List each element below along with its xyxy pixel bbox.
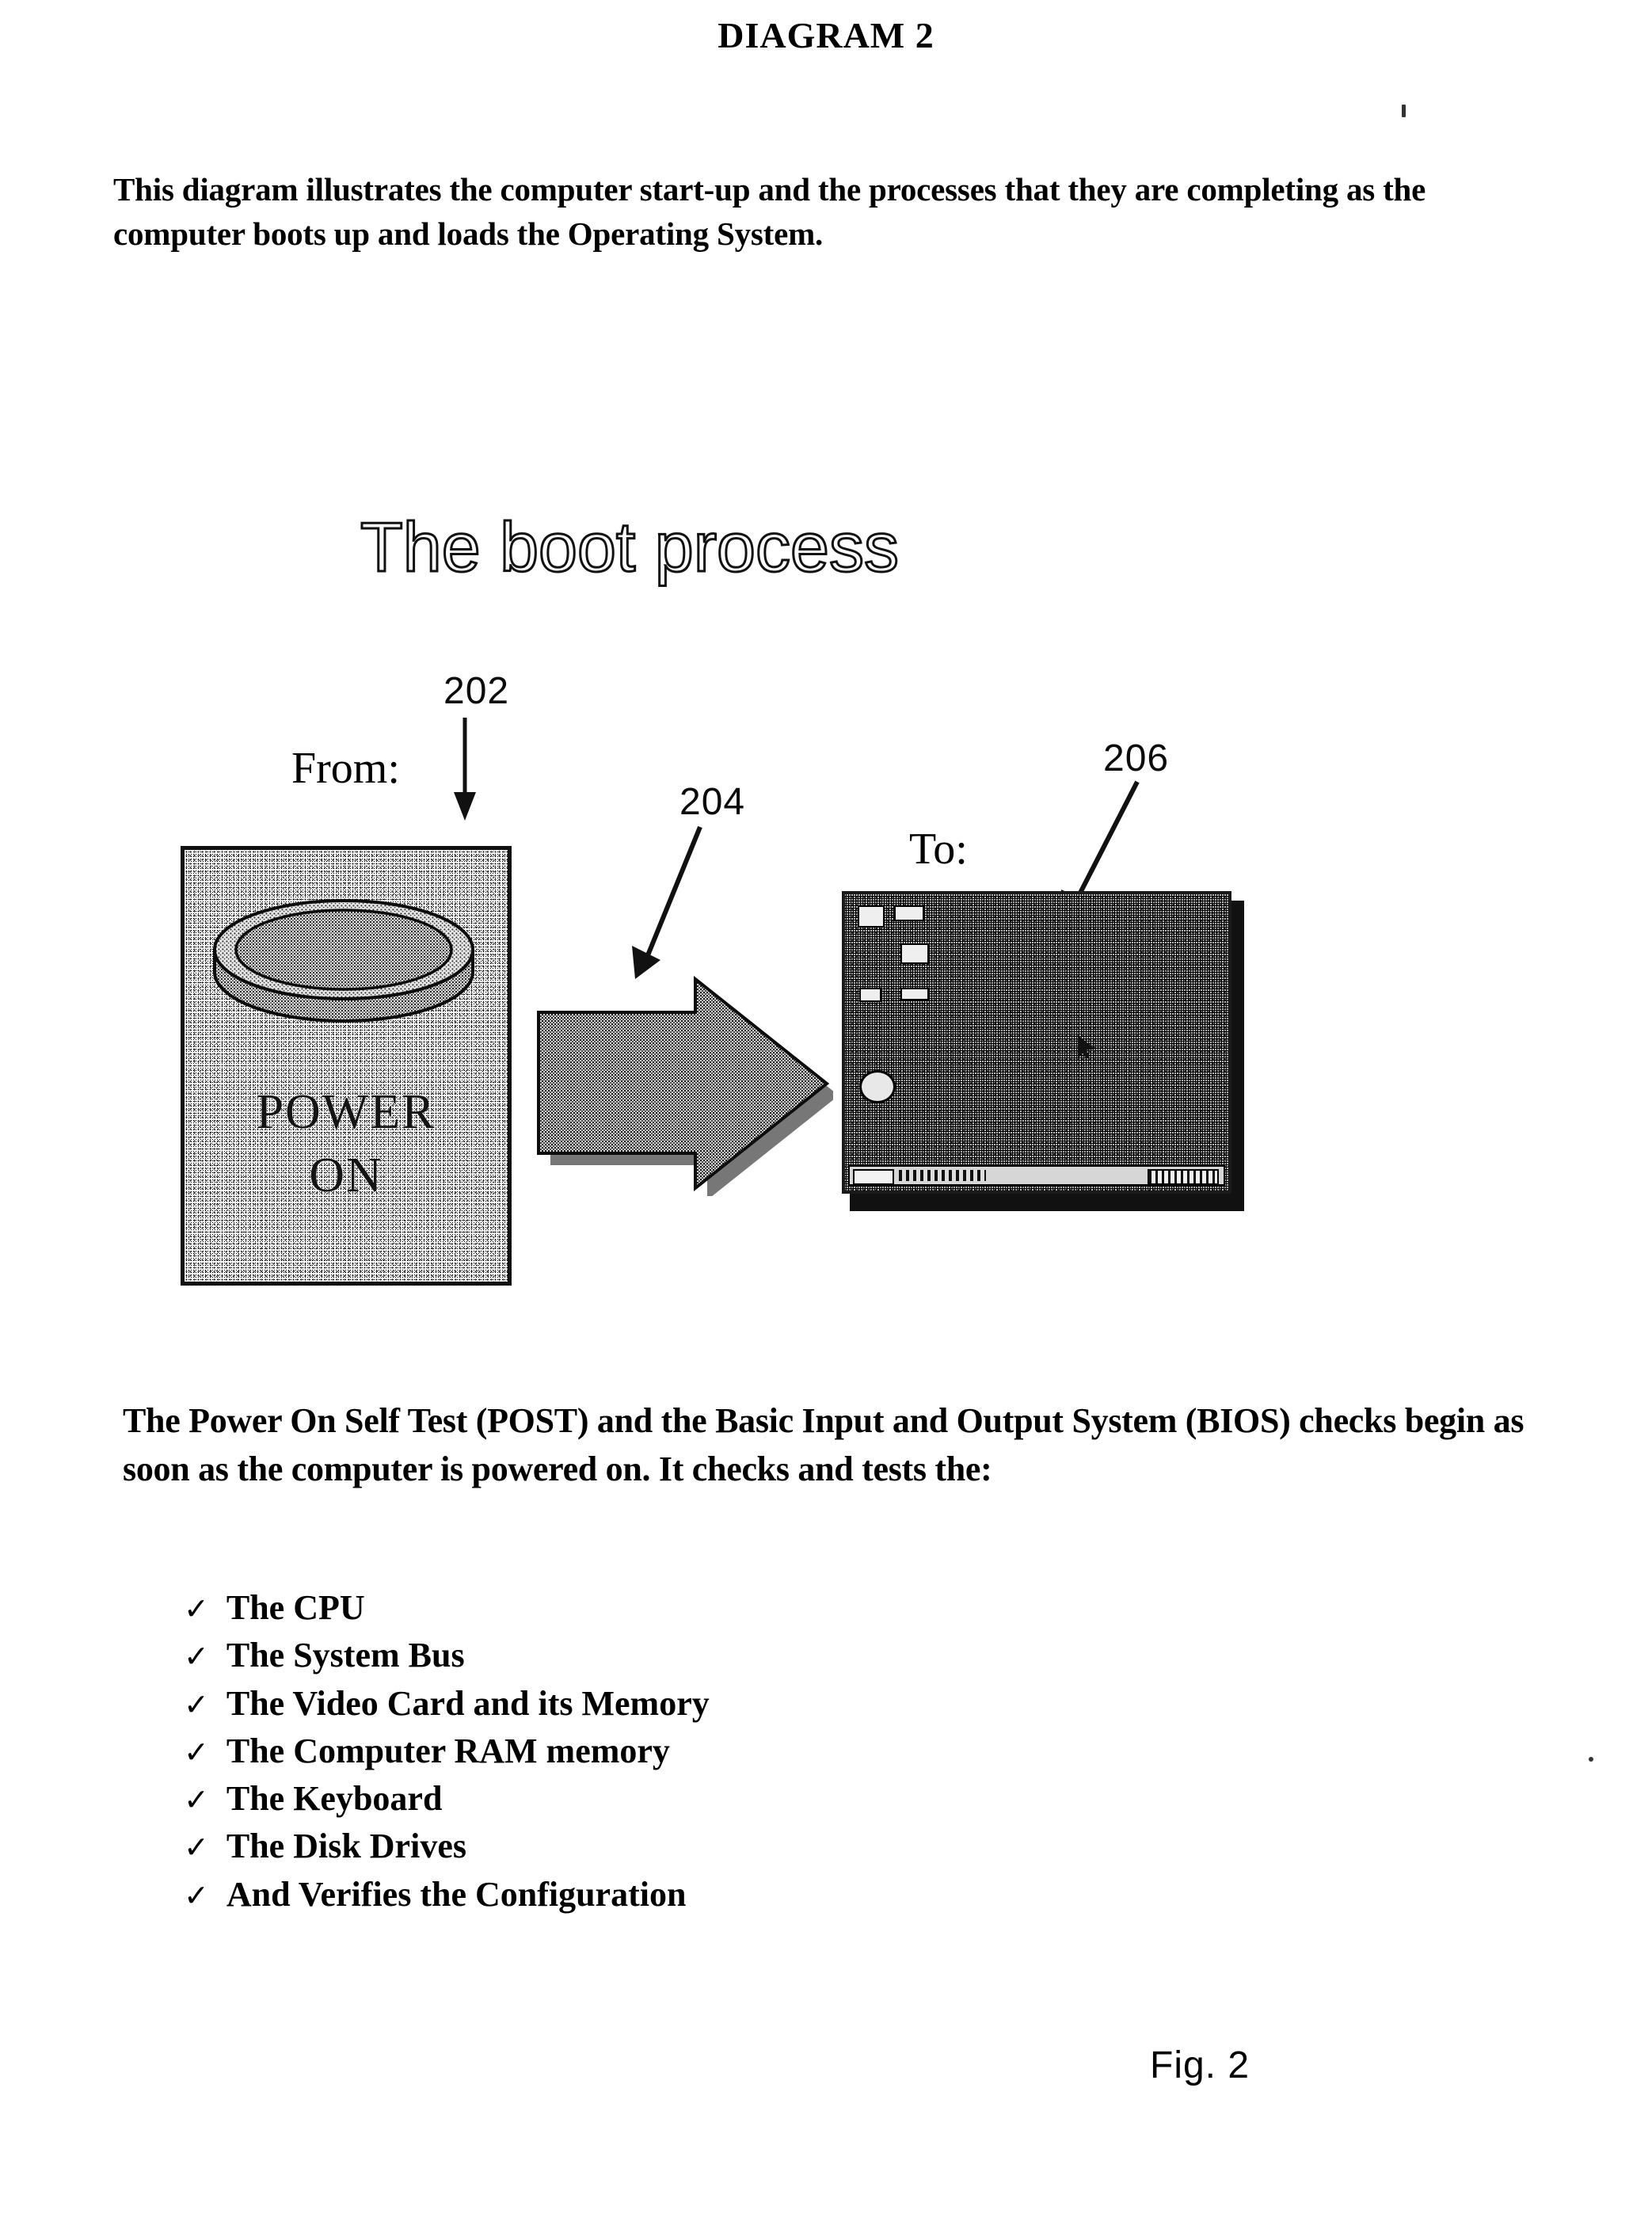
list-item-label: The CPU xyxy=(226,1588,365,1627)
quick-launch-icons xyxy=(899,1170,986,1181)
list-item-label: The System Bus xyxy=(226,1636,465,1675)
list-item: ✓ The CPU xyxy=(184,1584,710,1632)
scan-artifact-mark xyxy=(1402,105,1406,117)
from-label: From: xyxy=(291,744,400,793)
check-icon: ✓ xyxy=(184,1639,209,1674)
list-item-label: The Disk Drives xyxy=(226,1827,466,1866)
check-icon: ✓ xyxy=(184,1734,209,1770)
right-block-arrow-icon xyxy=(537,975,833,1196)
check-icon: ✓ xyxy=(184,1877,209,1913)
list-item: ✓ The System Bus xyxy=(184,1632,710,1679)
intro-paragraph: This diagram illustrates the computer st… xyxy=(113,171,1426,253)
windows-desktop-screenshot xyxy=(842,891,1231,1194)
list-item-label: The Keyboard xyxy=(226,1779,443,1819)
boot-process-title: The boot process xyxy=(360,507,900,588)
post-bios-paragraph: The Power On Self Test (POST) and the Ba… xyxy=(123,1401,1524,1488)
windows-taskbar xyxy=(848,1165,1225,1186)
desktop-icon xyxy=(894,905,924,921)
power-button-icon xyxy=(213,899,474,1023)
system-tray-icons xyxy=(1148,1169,1219,1185)
scan-artifact-mark xyxy=(1589,1757,1593,1762)
check-icon: ✓ xyxy=(184,1782,209,1818)
desktop-icon xyxy=(859,988,881,1002)
desktop-icon xyxy=(900,988,929,1000)
desktop-screenshot-panel xyxy=(842,891,1244,1211)
reference-numeral-202: 202 xyxy=(443,670,510,712)
power-on-label-line2: ON xyxy=(309,1149,383,1202)
to-label: To: xyxy=(909,825,968,874)
list-item: ✓ The Video Card and its Memory xyxy=(184,1680,710,1728)
page-title: DIAGRAM 2 xyxy=(718,15,934,55)
check-icon: ✓ xyxy=(184,1830,209,1865)
list-item: ✓ The Keyboard xyxy=(184,1775,710,1823)
mouse-cursor-icon xyxy=(1078,1035,1095,1059)
desktop-icon xyxy=(900,943,929,964)
leader-arrow-204-icon xyxy=(632,825,702,979)
list-item-label: The Video Card and its Memory xyxy=(226,1683,710,1723)
check-icon: ✓ xyxy=(184,1686,209,1722)
list-item: ✓ The Computer RAM memory xyxy=(184,1728,710,1775)
power-on-label-line1: POWER xyxy=(256,1085,436,1139)
list-item: ✓ And Verifies the Configuration xyxy=(184,1871,710,1918)
list-item-label: The Computer RAM memory xyxy=(226,1731,670,1770)
leader-arrow-202-icon xyxy=(454,718,476,821)
start-button-icon xyxy=(853,1169,894,1185)
check-icon: ✓ xyxy=(184,1591,209,1626)
figure-caption: Fig. 2 xyxy=(1150,2044,1250,2086)
patent-figure-page: DIAGRAM 2 This diagram illustrates the c… xyxy=(0,0,1652,2225)
desktop-round-icon xyxy=(859,1070,896,1103)
list-item: ✓ The Disk Drives xyxy=(184,1823,710,1870)
post-check-list: ✓ The CPU ✓ The System Bus ✓ The Video C… xyxy=(184,1584,710,1918)
power-on-panel: POWER ON xyxy=(181,846,512,1286)
list-item-label: And Verifies the Configuration xyxy=(226,1874,687,1914)
desktop-icon xyxy=(858,905,885,928)
